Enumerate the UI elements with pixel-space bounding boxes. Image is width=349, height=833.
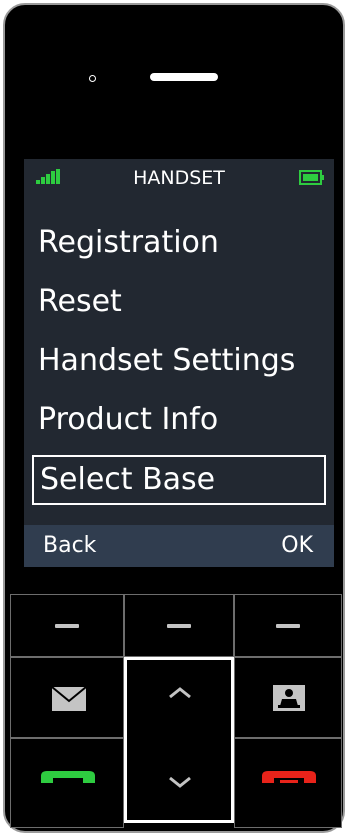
softkey-bar: Back OK: [24, 525, 334, 567]
dash-icon: [55, 623, 79, 628]
left-softkey-button[interactable]: [10, 594, 124, 657]
menu-item-product-info[interactable]: Product Info: [32, 395, 326, 445]
dash-icon: [167, 623, 191, 628]
center-softkey-button[interactable]: [124, 594, 234, 657]
right-softkey-button[interactable]: [234, 594, 342, 657]
camera-lens: [89, 75, 96, 82]
phonebook-icon: [273, 685, 305, 711]
call-button[interactable]: [10, 738, 124, 828]
navigation-key[interactable]: [124, 657, 234, 823]
battery-full-icon: [299, 170, 324, 185]
handset-display: HANDSET Registration Reset Handset Setti…: [24, 159, 334, 567]
call-answer-icon: [41, 771, 95, 783]
phonebook-button[interactable]: [234, 657, 342, 738]
call-end-icon: [262, 771, 316, 783]
back-softkey[interactable]: Back: [43, 525, 96, 567]
chevron-down-icon[interactable]: [167, 775, 193, 789]
ok-softkey[interactable]: OK: [281, 525, 313, 567]
earpiece-speaker: [150, 73, 218, 81]
status-bar: HANDSET: [24, 159, 334, 199]
menu-item-handset-settings[interactable]: Handset Settings: [32, 336, 326, 386]
envelope-icon: [51, 686, 87, 711]
menu-item-reset[interactable]: Reset: [32, 277, 326, 327]
message-button[interactable]: [10, 657, 124, 738]
menu-item-registration[interactable]: Registration: [32, 218, 326, 268]
chevron-up-icon[interactable]: [167, 686, 193, 700]
menu-item-select-base[interactable]: Select Base: [32, 455, 326, 505]
dash-icon: [276, 623, 300, 628]
screen-title: HANDSET: [133, 167, 225, 189]
end-call-button[interactable]: [234, 738, 342, 828]
